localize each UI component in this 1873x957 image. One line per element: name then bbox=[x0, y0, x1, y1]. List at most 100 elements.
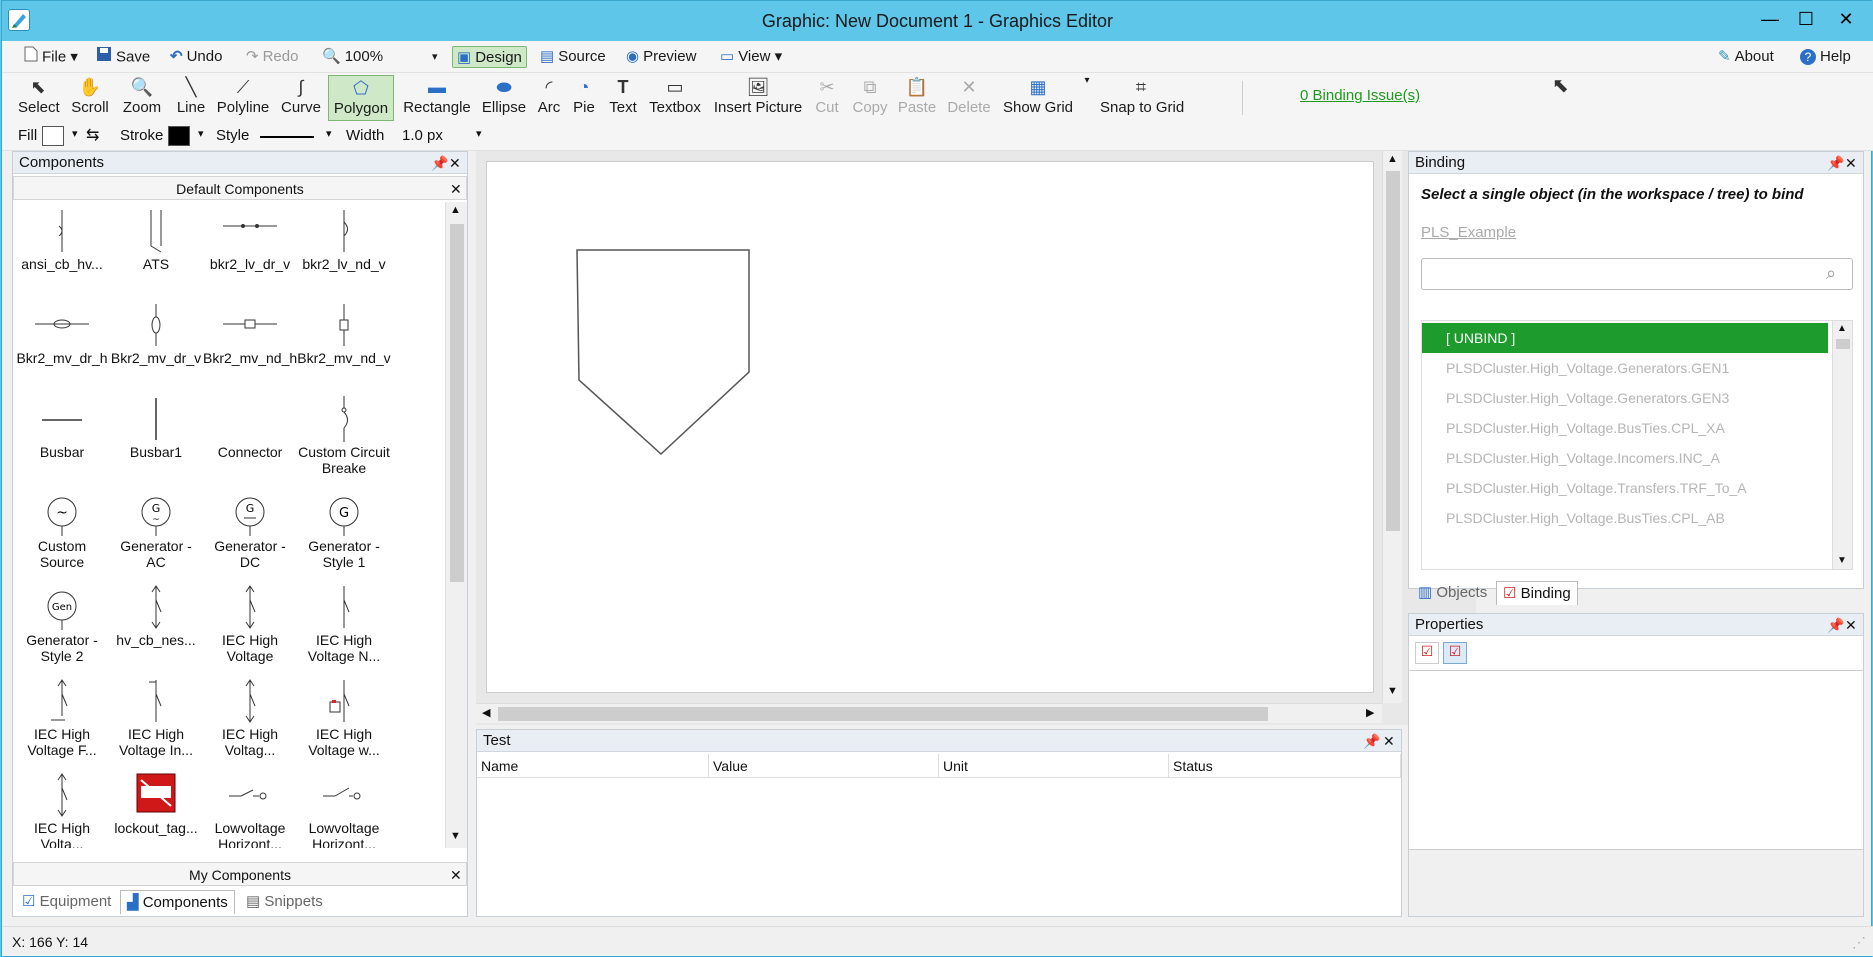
component-item[interactable]: Bkr2_mv_dr_v bbox=[109, 300, 203, 394]
tool-cut[interactable]: ✂ Cut bbox=[812, 75, 842, 121]
canvas-hscrollbar[interactable]: ◀ ▶ bbox=[476, 703, 1382, 723]
tool-paste[interactable]: 📋 Paste bbox=[896, 75, 938, 121]
column-status[interactable]: Status bbox=[1169, 754, 1401, 778]
line-style-preview[interactable] bbox=[260, 136, 314, 138]
style-dropdown-chevron-icon[interactable]: ▾ bbox=[326, 127, 332, 140]
component-item[interactable]: G ~ Generator - AC bbox=[109, 488, 203, 582]
search-icon[interactable]: ⌕ bbox=[1826, 263, 1836, 284]
component-item[interactable]: Bkr2_mv_nd_h bbox=[203, 300, 297, 394]
binding-search-input[interactable]: ⌕ bbox=[1421, 258, 1853, 290]
column-name[interactable]: Name bbox=[477, 754, 709, 778]
list-item[interactable]: PLSDCluster.High_Voltage.BusTies.CPL_AB bbox=[1422, 503, 1828, 533]
component-item[interactable]: IEC High Voltage F... bbox=[15, 676, 109, 770]
list-item[interactable]: PLSDCluster.High_Voltage.Generators.GEN3 bbox=[1422, 383, 1828, 413]
tool-text[interactable]: T Text bbox=[606, 75, 640, 121]
undo-button[interactable]: ↶ Undo bbox=[170, 46, 222, 68]
tool-polyline[interactable]: ⟋ Polyline bbox=[214, 75, 272, 121]
scroll-down-icon[interactable]: ▼ bbox=[450, 830, 461, 842]
tool-line[interactable]: ╲ Line bbox=[174, 75, 208, 121]
pin-icon[interactable]: 📌 bbox=[1827, 152, 1844, 174]
column-unit[interactable]: Unit bbox=[939, 754, 1169, 778]
drawing-canvas[interactable] bbox=[486, 161, 1374, 693]
tool-textbox[interactable]: ▭ Textbox bbox=[646, 75, 704, 121]
zoom-combo[interactable]: 🔍 100% ▾ bbox=[322, 46, 442, 68]
component-item[interactable]: IEC High Voltage w... bbox=[297, 676, 391, 770]
scroll-down-icon[interactable]: ▼ bbox=[1837, 555, 1847, 566]
tool-ellipse[interactable]: ⬬ Ellipse bbox=[478, 75, 530, 121]
component-item[interactable]: Lowvoltage Horizont... bbox=[203, 770, 297, 848]
fill-color-swatch[interactable] bbox=[42, 126, 64, 146]
component-item[interactable]: IEC High Voltage bbox=[203, 582, 297, 676]
close-icon[interactable]: ✕ bbox=[1845, 152, 1857, 174]
list-item[interactable]: [ UNBIND ] bbox=[1422, 323, 1828, 353]
list-item[interactable]: PLSDCluster.High_Voltage.Incomers.INC_A bbox=[1422, 443, 1828, 473]
component-item[interactable]: Bkr2_mv_dr_h bbox=[15, 300, 109, 394]
tool-polygon[interactable]: ⬠ Polygon bbox=[328, 75, 394, 121]
close-window-button[interactable]: ✕ bbox=[1828, 5, 1864, 33]
stroke-dropdown-chevron-icon[interactable]: ▾ bbox=[198, 127, 204, 140]
list-item[interactable]: PLSDCluster.High_Voltage.BusTies.CPL_XA bbox=[1422, 413, 1828, 443]
component-item[interactable]: bkr2_lv_dr_v bbox=[203, 206, 297, 300]
resize-grip-icon[interactable]: ⋰ bbox=[1852, 927, 1866, 957]
pin-icon[interactable]: 📌 bbox=[1827, 614, 1844, 636]
file-menu[interactable]: File ▾ bbox=[24, 46, 78, 68]
tab-snippets[interactable]: ▤ Snippets bbox=[240, 890, 329, 914]
width-dropdown-chevron-icon[interactable]: ▾ bbox=[476, 127, 482, 140]
scroll-down-icon[interactable]: ▼ bbox=[1387, 685, 1398, 697]
column-value[interactable]: Value bbox=[709, 754, 939, 778]
scroll-up-icon[interactable]: ▲ bbox=[1387, 153, 1398, 165]
tab-components[interactable]: ▟ Components bbox=[120, 890, 235, 914]
width-value[interactable]: 1.0 px bbox=[402, 127, 443, 144]
component-item[interactable]: lockout_tag... bbox=[109, 770, 203, 848]
scroll-up-icon[interactable]: ▲ bbox=[1837, 323, 1847, 334]
component-item[interactable]: G Generator - DC bbox=[203, 488, 297, 582]
tool-select[interactable]: ⬉ Select bbox=[18, 75, 60, 121]
component-item[interactable]: Custom Circuit Breake bbox=[297, 394, 391, 488]
component-item[interactable]: Busbar1 bbox=[109, 394, 203, 488]
component-item[interactable]: Gen Generator - Style 2 bbox=[15, 582, 109, 676]
component-item[interactable]: ~ Custom Source bbox=[15, 488, 109, 582]
swap-colors-icon[interactable]: ⇆ bbox=[86, 125, 99, 145]
component-item[interactable]: Busbar bbox=[15, 394, 109, 488]
help-button[interactable]: ? Help bbox=[1800, 46, 1851, 68]
binding-list-scrollbar[interactable]: ▲ ▼ bbox=[1832, 321, 1852, 569]
close-icon[interactable]: ✕ bbox=[1383, 730, 1395, 752]
tool-copy[interactable]: ⧉ Copy bbox=[850, 75, 890, 121]
list-item[interactable]: PLSDCluster.High_Voltage.Generators.GEN1 bbox=[1422, 353, 1828, 383]
component-item[interactable]: G Generator - Style 1 bbox=[297, 488, 391, 582]
pls-example-link[interactable]: PLS_Example bbox=[1421, 224, 1516, 241]
fill-dropdown-chevron-icon[interactable]: ▾ bbox=[72, 127, 78, 140]
component-item[interactable]: IEC High Voltage N... bbox=[297, 582, 391, 676]
component-item[interactable]: ansi_cb_hv... bbox=[15, 206, 109, 300]
tab-binding[interactable]: ☑ Binding bbox=[1496, 581, 1578, 605]
scroll-right-icon[interactable]: ▶ bbox=[1366, 706, 1374, 719]
tool-arc[interactable]: ◜ Arc bbox=[534, 75, 564, 121]
component-item[interactable]: IEC High Voltag... bbox=[203, 676, 297, 770]
source-tab[interactable]: ▤ Source bbox=[540, 46, 606, 68]
tool-delete[interactable]: ✕ Delete bbox=[946, 75, 992, 121]
about-button[interactable]: ✎ About bbox=[1718, 46, 1774, 68]
tab-objects[interactable]: ▥ Objects bbox=[1412, 581, 1493, 605]
scrollbar-thumb[interactable] bbox=[498, 707, 1268, 721]
pin-icon[interactable]: 📌 bbox=[1363, 730, 1380, 752]
component-item[interactable]: Bkr2_mv_nd_v bbox=[297, 300, 391, 394]
close-icon[interactable]: ✕ bbox=[449, 152, 461, 174]
save-button[interactable]: Save bbox=[96, 46, 150, 68]
preview-tab[interactable]: ◉ Preview bbox=[626, 46, 696, 68]
minimize-button[interactable]: — bbox=[1752, 5, 1788, 33]
close-icon[interactable]: ✕ bbox=[450, 177, 462, 201]
scrollbar-thumb[interactable] bbox=[1836, 339, 1850, 349]
component-item[interactable]: Connector bbox=[203, 394, 297, 488]
tool-snap-to-grid[interactable]: ⌗ Snap to Grid bbox=[1100, 75, 1184, 121]
component-item[interactable]: IEC High Volta... bbox=[15, 770, 109, 848]
scrollbar-thumb[interactable] bbox=[1386, 171, 1400, 531]
tool-curve[interactable]: ∫ Curve bbox=[278, 75, 324, 121]
maximize-button[interactable]: ☐ bbox=[1788, 5, 1824, 33]
close-icon[interactable]: ✕ bbox=[1845, 614, 1857, 636]
view-menu[interactable]: ▭ View ▾ bbox=[720, 46, 782, 68]
tab-equipment[interactable]: ☑ Equipment bbox=[16, 890, 117, 914]
scroll-left-icon[interactable]: ◀ bbox=[482, 706, 490, 719]
scrollbar-thumb[interactable] bbox=[450, 224, 464, 582]
tool-rectangle[interactable]: ▬ Rectangle bbox=[402, 75, 472, 121]
pin-icon[interactable]: 📌 bbox=[431, 152, 448, 174]
